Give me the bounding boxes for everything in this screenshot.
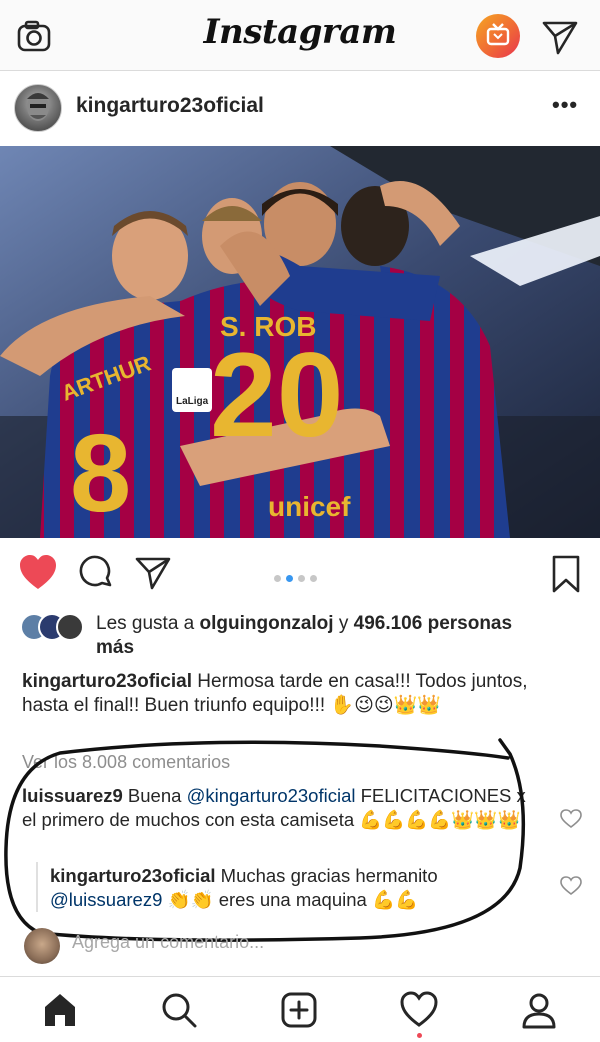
liker-avatar (56, 613, 84, 641)
comment-username[interactable]: luissuarez9 (22, 785, 123, 806)
share-icon[interactable] (134, 555, 172, 591)
jersey-number: 20 (210, 328, 343, 462)
carousel-dot-active (286, 575, 293, 582)
post-caption: kingarturo23oficial Hermosa tarde en cas… (22, 670, 578, 718)
comment-like-heart-icon[interactable] (560, 809, 582, 829)
post-photo[interactable]: S. ROB 20 ARTHUR 8 unicef LaLiga (0, 146, 600, 538)
comment: luissuarez9 Buena @kingarturo23oficial F… (22, 784, 542, 831)
laliga-patch-label: LaLiga (176, 396, 209, 407)
activity-heart-icon[interactable] (400, 991, 438, 1029)
likes-suffix: más (96, 637, 135, 658)
carousel-dot (298, 575, 305, 582)
comment-mention[interactable]: @kingarturo23oficial (187, 785, 356, 806)
view-all-comments-link[interactable]: Ver los 8.008 comentarios (22, 752, 230, 773)
comment-icon[interactable] (78, 555, 114, 591)
liker-avatars[interactable] (20, 613, 92, 641)
caption-username[interactable]: kingarturo23oficial (22, 671, 192, 692)
jersey-sponsor: unicef (268, 491, 351, 522)
bookmark-icon[interactable] (550, 554, 582, 594)
comment-text-pre: Muchas gracias hermanito (220, 865, 438, 886)
post-author-username[interactable]: kingarturo23oficial (76, 94, 264, 118)
likes-middle: y (333, 613, 354, 634)
reply-thread-line (36, 862, 38, 912)
current-user-avatar (24, 928, 60, 964)
likes-prefix: Les gusta a (96, 613, 200, 634)
comment-text: 👏👏 eres una maquina 💪💪 (162, 888, 419, 910)
comment-text-pre: Buena (127, 785, 187, 806)
comment-reply: kingarturo23oficial Muchas gracias herma… (50, 864, 550, 911)
comment-mention[interactable]: @luissuarez9 (50, 889, 162, 910)
carousel-dot (274, 575, 281, 582)
like-heart-icon[interactable] (18, 554, 58, 592)
direct-send-icon[interactable] (540, 17, 580, 57)
bottom-navigation (0, 976, 600, 1042)
carousel-indicator (274, 569, 322, 582)
comment-username[interactable]: kingarturo23oficial (50, 865, 216, 886)
add-comment-input[interactable]: Agrega un comentario... (72, 932, 264, 953)
likes-user-link[interactable]: olguingonzaloj (200, 613, 334, 634)
likes-summary[interactable]: Les gusta a olguingonzaloj y 496.106 per… (96, 612, 576, 660)
activity-notification-dot (417, 1033, 422, 1038)
likes-count[interactable]: 496.106 personas (354, 613, 512, 634)
igtv-icon[interactable] (476, 14, 520, 58)
carousel-dot (310, 575, 317, 582)
jersey-number-2: 8 (70, 412, 131, 535)
profile-icon[interactable] (520, 991, 558, 1029)
search-icon[interactable] (160, 991, 198, 1029)
comment-like-heart-icon[interactable] (560, 876, 582, 896)
new-post-icon[interactable] (280, 991, 318, 1029)
post-author-avatar[interactable] (14, 84, 62, 132)
home-icon[interactable] (41, 991, 79, 1029)
more-options-icon[interactable]: ••• (552, 92, 578, 118)
